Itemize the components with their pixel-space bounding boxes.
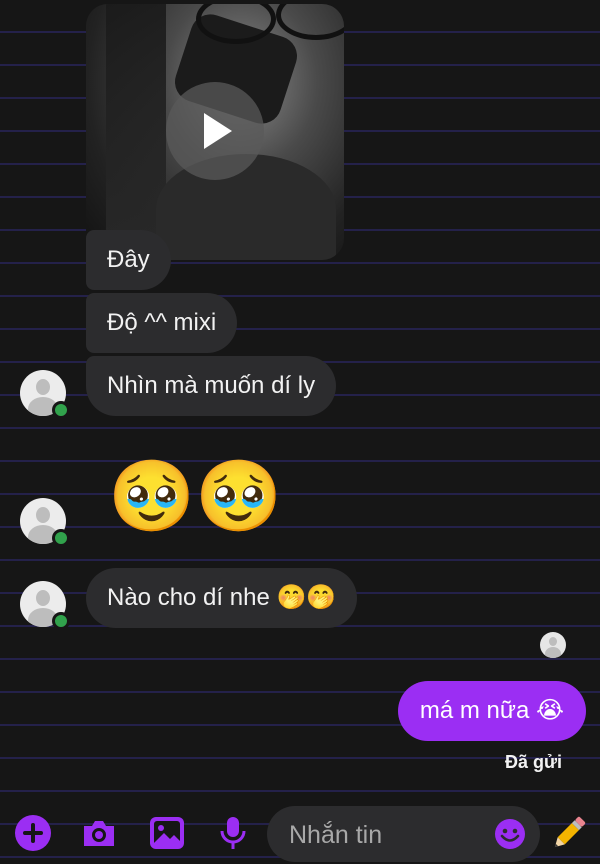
video-message-thumbnail[interactable]	[86, 4, 344, 260]
microphone-icon[interactable]	[214, 814, 252, 852]
image-icon[interactable]	[148, 814, 186, 852]
outgoing-message-bubble[interactable]: má m nữa 😭	[397, 681, 586, 741]
message-input[interactable]	[287, 806, 481, 864]
message-status: Đã gửi	[504, 752, 562, 772]
message-text: má m nữa 😭	[419, 697, 564, 724]
plus-icon[interactable]	[14, 814, 52, 852]
message-text: Nhìn mà muốn dí ly	[107, 372, 316, 399]
online-indicator	[52, 401, 70, 419]
seen-avatar	[540, 632, 566, 658]
message-text: Độ ^^ mixi	[107, 309, 217, 336]
message-bubble[interactable]: Đây	[86, 230, 171, 290]
emoji-icon[interactable]	[494, 818, 526, 850]
play-icon[interactable]	[166, 82, 264, 180]
avatar-body	[545, 647, 561, 658]
online-indicator	[52, 612, 70, 630]
message-text: Đây	[107, 246, 150, 273]
message-text: Nào cho dí nhe 🤭🤭	[107, 584, 337, 611]
message-input-container[interactable]	[267, 806, 540, 864]
online-indicator	[52, 529, 70, 547]
avatar-head	[36, 507, 50, 523]
camera-icon[interactable]	[80, 814, 118, 852]
avatar-head	[36, 379, 50, 395]
emoji-message[interactable]: 🥹🥹	[108, 456, 282, 536]
video-frame-shape	[156, 154, 336, 260]
emoji-text: 🥹🥹	[108, 455, 283, 537]
video-frame-shape	[276, 4, 344, 40]
pencil-icon[interactable]	[548, 812, 590, 854]
message-bubble[interactable]: Độ ^^ mixi	[86, 293, 238, 353]
avatar-head	[549, 637, 557, 646]
message-bubble[interactable]: Nhìn mà muốn dí ly	[86, 356, 337, 416]
avatar-head	[36, 590, 50, 606]
message-bubble[interactable]: Nào cho dí nhe 🤭🤭	[86, 568, 358, 628]
